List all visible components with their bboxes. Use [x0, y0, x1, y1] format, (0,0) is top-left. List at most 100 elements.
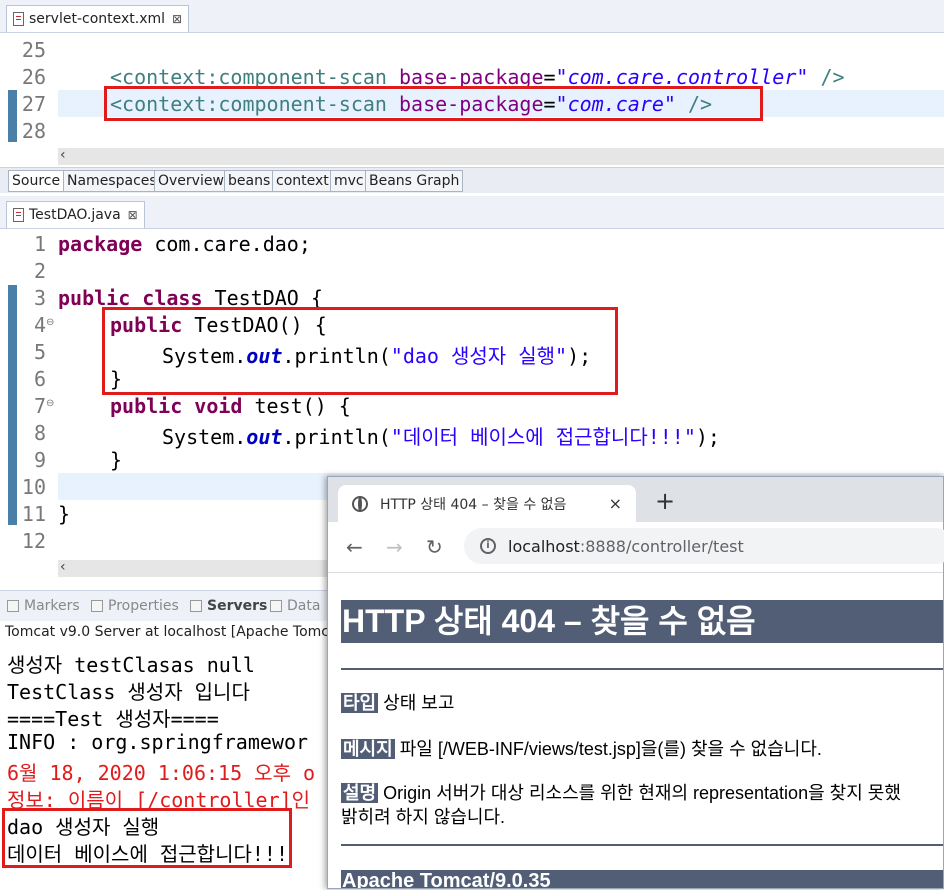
fold-icon[interactable]: ⊖: [46, 317, 54, 328]
tab-context[interactable]: context: [272, 170, 333, 192]
line-number: 3: [33, 286, 46, 310]
line-number: 11: [21, 502, 46, 526]
server-footer: Apache Tomcat/9.0.35: [341, 870, 943, 888]
console-subtitle: Tomcat v9.0 Server at localhost [Apache …: [5, 624, 344, 640]
scroll-left-icon[interactable]: ‹: [60, 559, 66, 575]
editor-bottom-tabs: Source Namespaces Overview beans context…: [0, 167, 944, 193]
tab-data[interactable]: Data: [270, 598, 320, 614]
horizontal-scrollbar[interactable]: ‹: [58, 147, 944, 165]
line-number: 1: [33, 232, 46, 256]
tab-label: Servers: [207, 598, 268, 614]
xml-editor-tabbar: servlet-context.xml ⊠: [0, 0, 944, 33]
println-call: .println(: [282, 425, 391, 449]
close-icon[interactable]: ⊠: [172, 12, 182, 26]
line-number: 9: [33, 448, 46, 472]
browser-tabstrip: HTTP 상태 404 – 찾을 수 없음 × +: [328, 477, 943, 522]
java-editor-tabbar: TestDAO.java ⊠: [0, 196, 944, 229]
tab-source[interactable]: Source: [8, 170, 65, 192]
code-line-11[interactable]: }: [58, 502, 70, 526]
tab-beans[interactable]: beans: [224, 170, 275, 192]
browser-window: HTTP 상태 404 – 찾을 수 없음 × + ← → ↻ i localh…: [327, 476, 944, 889]
close-brace: }: [110, 448, 123, 472]
console-line: ====Test 생성자====: [7, 707, 219, 731]
line-number: 8: [33, 421, 46, 445]
method-decl: test() {: [254, 394, 351, 418]
line-number: 7: [33, 394, 46, 418]
url-path: :8888/controller/test: [579, 536, 744, 556]
java-file-icon: [13, 208, 24, 222]
line-number: 6: [33, 367, 46, 391]
tab-beans-graph[interactable]: Beans Graph: [365, 170, 464, 192]
package-name: com.care.dao;: [154, 232, 311, 256]
divider: [341, 844, 943, 846]
forward-arrow-icon[interactable]: →: [386, 535, 403, 559]
statement-end: );: [695, 425, 720, 449]
keyword: public void: [110, 394, 243, 418]
line-number: 28: [21, 119, 46, 143]
tab-label: servlet-context.xml: [29, 11, 166, 27]
address-bar[interactable]: i localhost:8888/controller/test: [464, 528, 944, 564]
tab-label: Markers: [24, 598, 80, 614]
globe-icon: [352, 495, 368, 512]
new-tab-button[interactable]: +: [655, 489, 675, 513]
description-row: 설명 Origin 서버가 대상 리소스를 위한 현재의 representat…: [341, 779, 901, 805]
close-brace: }: [58, 502, 71, 526]
servers-icon: [190, 600, 202, 612]
highlight-box: [104, 86, 763, 121]
code-line-1[interactable]: package com.care.dao;: [58, 232, 311, 256]
tab-label: Data: [287, 598, 321, 614]
line-number: 26: [21, 65, 46, 89]
browser-tab[interactable]: HTTP 상태 404 – 찾을 수 없음 ×: [338, 485, 636, 522]
line-number: 4: [33, 313, 46, 337]
console-line: 6월 18, 2020 1:06:15 오후 o: [7, 761, 316, 785]
message-value: 파일 [/WEB-INF/views/test.jsp]을(를) 찾을 수 없습…: [399, 739, 822, 759]
tab-label: Properties: [108, 598, 179, 614]
properties-icon: [91, 600, 103, 612]
tab-namespaces[interactable]: Namespaces: [63, 170, 161, 192]
description-value: Origin 서버가 대상 리소스를 위한 현재의 representation…: [383, 783, 901, 803]
console-line: TestClass 생성자 입니다: [7, 680, 250, 704]
type-row: 타입 상태 보고: [341, 689, 454, 715]
info-icon[interactable]: i: [480, 538, 496, 554]
url-host: localhost: [508, 536, 580, 556]
code-line-7[interactable]: public void test() {: [110, 394, 351, 418]
horizontal-scrollbar[interactable]: ‹: [58, 559, 328, 577]
type-value: 상태 보고: [383, 693, 455, 713]
tab-properties[interactable]: Properties: [91, 598, 179, 614]
back-arrow-icon[interactable]: ←: [346, 535, 363, 559]
tab-testdao-java[interactable]: TestDAO.java ⊠: [6, 201, 145, 228]
description-row-2: 밝히려 하지 않습니다.: [341, 807, 506, 827]
tab-overview[interactable]: Overview: [154, 170, 228, 192]
line-number: 27: [21, 92, 46, 116]
console-line: INFO : org.springframewor: [7, 730, 309, 754]
tab-mvc[interactable]: mvc: [330, 170, 368, 192]
divider: [341, 668, 943, 670]
tab-label: TestDAO.java: [29, 207, 121, 223]
type-label: 타입: [341, 693, 379, 713]
system-ref: System.: [162, 425, 247, 449]
scroll-left-icon[interactable]: ‹: [60, 147, 66, 163]
error-heading: HTTP 상태 404 – 찾을 수 없음: [341, 600, 943, 643]
highlight-box: [2, 808, 292, 868]
description-label: 설명: [341, 783, 379, 803]
code-line-9[interactable]: }: [110, 448, 122, 472]
reload-icon[interactable]: ↻: [426, 535, 443, 559]
close-tab-icon[interactable]: ×: [609, 494, 622, 513]
console-tabbar: Markers Properties Servers Data: [0, 591, 330, 621]
tab-servers[interactable]: Servers: [190, 598, 267, 614]
xml-file-icon: [13, 12, 24, 26]
fold-icon[interactable]: ⊖: [46, 398, 54, 409]
string-literal: "데이터 베이스에 접근합니다!!!": [390, 425, 696, 449]
xml-tag-close: />: [820, 65, 845, 89]
line-number: 12: [21, 529, 46, 553]
code-line-8[interactable]: System.out.println("데이터 베이스에 접근합니다!!!");: [162, 421, 720, 450]
message-row: 메시지 파일 [/WEB-INF/views/test.jsp]을(를) 찾을 …: [341, 735, 822, 761]
line-number: 5: [33, 340, 46, 364]
close-icon[interactable]: ⊠: [128, 208, 138, 222]
data-icon: [270, 600, 282, 612]
tab-servlet-context[interactable]: servlet-context.xml ⊠: [6, 5, 190, 32]
tab-markers[interactable]: Markers: [7, 598, 80, 614]
line-number: 10: [21, 475, 46, 499]
line-number: 2: [33, 259, 46, 283]
browser-tab-title: HTTP 상태 404 – 찾을 수 없음: [380, 496, 567, 513]
